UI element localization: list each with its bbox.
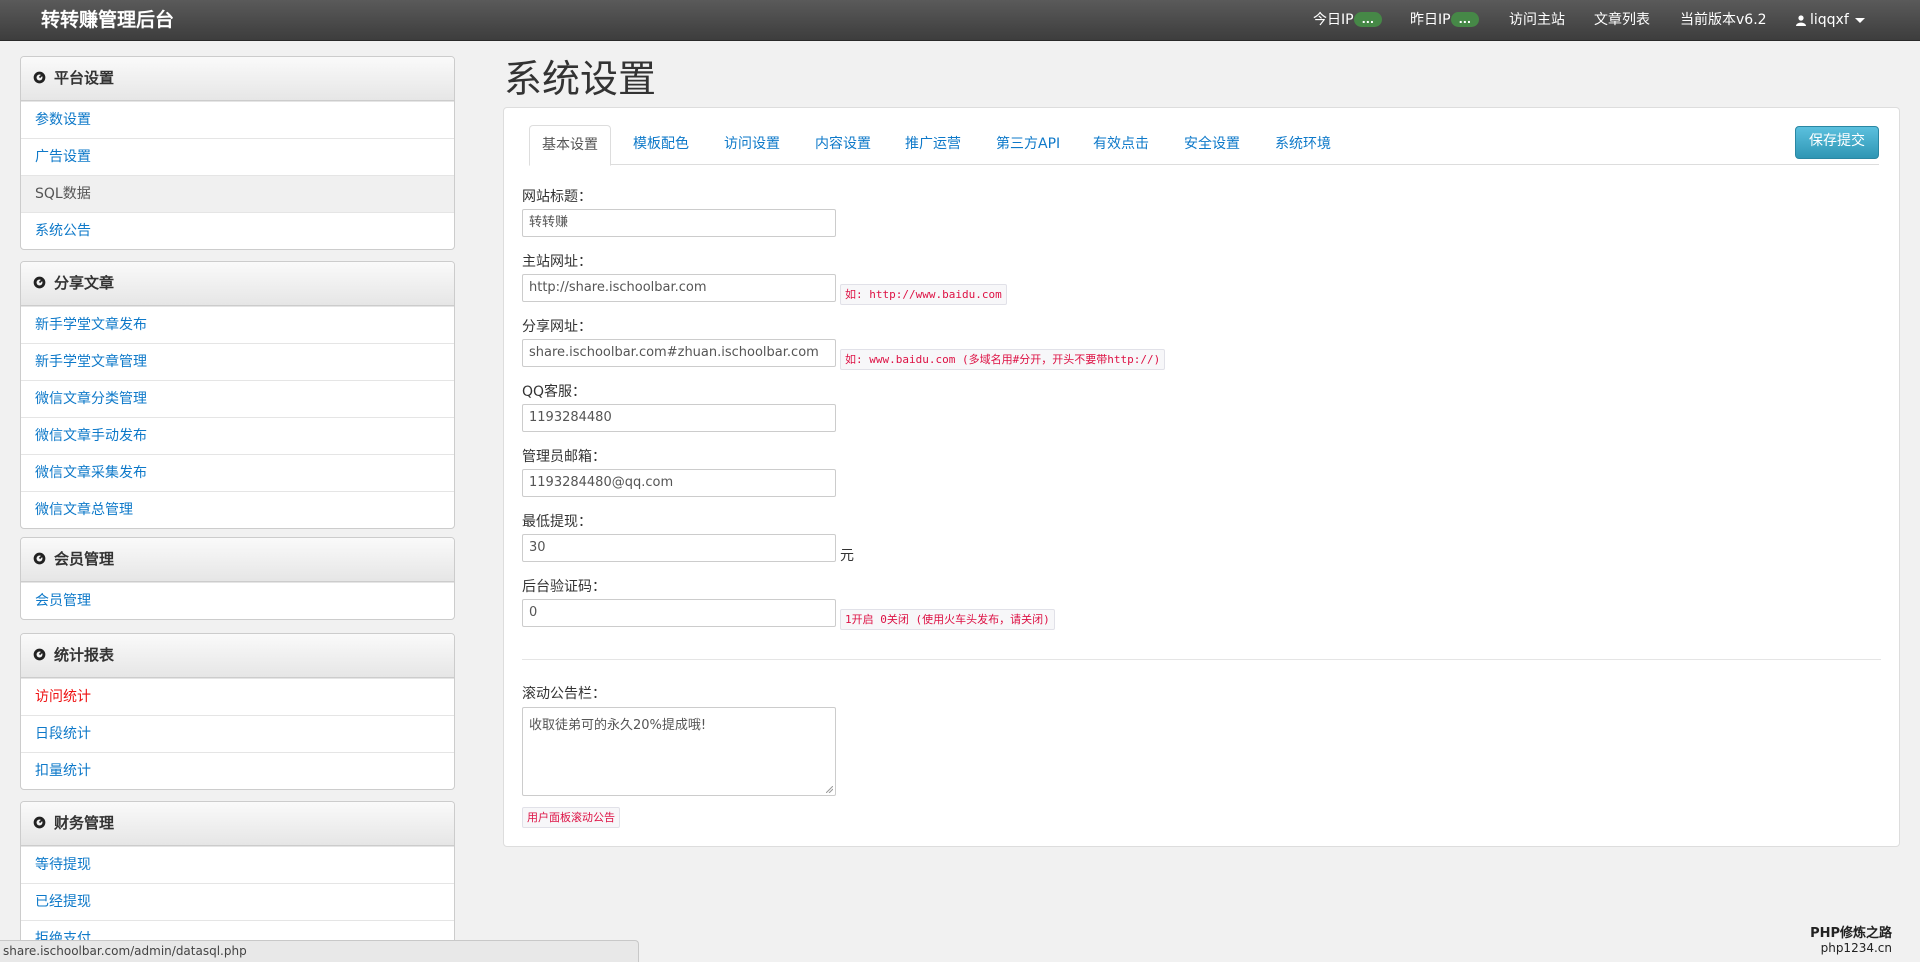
sidebar-panel-members: 会员管理 会员管理 xyxy=(20,537,455,620)
min-withdraw-label: 最低提现： xyxy=(522,514,592,530)
sidebar-item-announcement[interactable]: 系统公告 xyxy=(21,212,454,249)
panel-heading: 统计报表 xyxy=(21,634,454,678)
user-menu[interactable]: liqqxf xyxy=(1796,0,1865,40)
sidebar-item-sql-data[interactable]: SQL数据 xyxy=(21,175,454,212)
sidebar-panel-platform: 平台设置 参数设置 广告设置 SQL数据 系统公告 xyxy=(20,56,455,250)
dashboard-icon xyxy=(33,276,46,288)
marquee-label: 滚动公告栏： xyxy=(522,686,606,702)
sidebar-item-period-stats[interactable]: 日段统计 xyxy=(21,715,454,752)
today-ip-badge: ... xyxy=(1353,11,1383,27)
share-url-hint: 如: www.baidu.com (多域名用#分开，开头不要带http://) xyxy=(840,349,1166,370)
main-url-input[interactable]: http://share.ischoolbar.com xyxy=(522,274,836,302)
sidebar-item-pending-withdraw[interactable]: 等待提现 xyxy=(21,846,454,883)
user-icon xyxy=(1796,14,1806,26)
watermark-line2: php1234.cn xyxy=(1820,941,1892,955)
tab-valid-clicks[interactable]: 有效点击 xyxy=(1081,125,1161,163)
min-withdraw-input[interactable]: 30 xyxy=(522,534,836,562)
watermark-line1: PHP修炼之路 xyxy=(1810,926,1892,941)
top-navbar: 转转赚管理后台 今日IP... 昨日IP... 访问主站 文章列表 当前版本v6… xyxy=(0,0,1920,41)
brand-title[interactable]: 转转赚管理后台 xyxy=(41,0,174,40)
panel-title: 财务管理 xyxy=(54,814,115,832)
sidebar-item-wechat-manual[interactable]: 微信文章手动发布 xyxy=(21,417,454,454)
share-url-input[interactable]: share.ischoolbar.com#zhuan.ischoolbar.co… xyxy=(522,339,836,367)
visit-main-site-link[interactable]: 访问主站 xyxy=(1509,0,1565,40)
user-name: liqqxf xyxy=(1810,12,1849,28)
main-url-hint: 如: http://www.baidu.com xyxy=(840,284,1007,305)
tab-content[interactable]: 内容设置 xyxy=(803,125,883,163)
resize-grip-icon[interactable] xyxy=(826,786,833,793)
panel-heading: 平台设置 xyxy=(21,57,454,101)
dashboard-icon xyxy=(33,71,46,83)
save-button[interactable]: 保存提交 xyxy=(1795,126,1879,159)
dashboard-icon xyxy=(33,552,46,564)
version-link[interactable]: 当前版本v6.2 xyxy=(1680,0,1767,40)
min-withdraw-unit: 元 xyxy=(840,548,854,564)
tab-security[interactable]: 安全设置 xyxy=(1172,125,1252,163)
marquee-textarea[interactable]: 收取徒弟可的永久20%提成哦! xyxy=(522,707,836,796)
today-ip-label: 今日IP xyxy=(1313,12,1354,28)
admin-captcha-label: 后台验证码： xyxy=(522,579,606,595)
qq-service-label: QQ客服： xyxy=(522,384,587,400)
today-ip-link[interactable]: 今日IP... xyxy=(1313,0,1383,40)
yesterday-ip-badge: ... xyxy=(1450,11,1480,27)
admin-email-label: 管理员邮箱： xyxy=(522,449,606,465)
sidebar-item-params[interactable]: 参数设置 xyxy=(21,101,454,138)
sidebar-panel-articles: 分享文章 新手学堂文章发布 新手学堂文章管理 微信文章分类管理 微信文章手动发布… xyxy=(20,261,455,529)
panel-title: 平台设置 xyxy=(54,69,115,87)
site-title-input[interactable]: 转转赚 xyxy=(522,209,836,237)
share-url-label: 分享网址： xyxy=(522,319,592,335)
sidebar-panel-finance: 财务管理 等待提现 已经提现 拒绝支付 xyxy=(20,801,455,942)
qq-service-input[interactable]: 1193284480 xyxy=(522,404,836,432)
browser-status-url: share.ischoolbar.com/admin/datasql.php xyxy=(0,940,639,962)
sidebar-item-wechat-all[interactable]: 微信文章总管理 xyxy=(21,491,454,528)
settings-tabs: 基本设置 模板配色 访问设置 内容设置 推广运营 第三方API 有效点击 安全设… xyxy=(529,125,1879,166)
panel-title: 统计报表 xyxy=(54,646,115,664)
sidebar-item-rejected-payment[interactable]: 拒绝支付 xyxy=(21,920,454,942)
settings-form: 基本设置 模板配色 访问设置 内容设置 推广运营 第三方API 有效点击 安全设… xyxy=(503,107,1900,847)
dashboard-icon xyxy=(33,816,46,828)
tab-access[interactable]: 访问设置 xyxy=(712,125,792,163)
sidebar-item-ads[interactable]: 广告设置 xyxy=(21,138,454,175)
panel-title: 分享文章 xyxy=(54,274,115,292)
main-url-label: 主站网址： xyxy=(522,254,592,270)
article-list-link[interactable]: 文章列表 xyxy=(1594,0,1650,40)
yesterday-ip-label: 昨日IP xyxy=(1410,12,1451,28)
tab-third-party-api[interactable]: 第三方API xyxy=(984,125,1072,163)
tab-system-env[interactable]: 系统环境 xyxy=(1263,125,1343,163)
tab-promotion[interactable]: 推广运营 xyxy=(893,125,973,163)
sidebar-item-visit-stats[interactable]: 访问统计 xyxy=(21,678,454,715)
sidebar-item-deduct-stats[interactable]: 扣量统计 xyxy=(21,752,454,789)
panel-heading: 会员管理 xyxy=(21,538,454,582)
admin-email-input[interactable]: 1193284480@qq.com xyxy=(522,469,836,497)
sidebar-item-newbie-publish[interactable]: 新手学堂文章发布 xyxy=(21,306,454,343)
panel-heading: 分享文章 xyxy=(21,262,454,306)
sidebar-panel-stats: 统计报表 访问统计 日段统计 扣量统计 xyxy=(20,633,455,790)
sidebar-item-member-manage[interactable]: 会员管理 xyxy=(21,582,454,619)
divider xyxy=(522,659,1881,660)
sidebar-item-newbie-manage[interactable]: 新手学堂文章管理 xyxy=(21,343,454,380)
admin-captcha-input[interactable]: 0 xyxy=(522,599,836,627)
site-title-label: 网站标题： xyxy=(522,189,592,205)
sidebar-item-done-withdraw[interactable]: 已经提现 xyxy=(21,883,454,920)
page-title: 系统设置 xyxy=(504,57,657,101)
tab-basic[interactable]: 基本设置 xyxy=(529,125,611,166)
admin-captcha-hint: 1开启 0关闭 (使用火车头发布，请关闭) xyxy=(840,609,1055,630)
sidebar-item-wechat-category[interactable]: 微信文章分类管理 xyxy=(21,380,454,417)
sidebar-item-wechat-collect[interactable]: 微信文章采集发布 xyxy=(21,454,454,491)
marquee-hint: 用户面板滚动公告 xyxy=(522,807,620,828)
watermark: PHP修炼之路 php1234.cn xyxy=(1810,926,1892,956)
marquee-text: 收取徒弟可的永久20%提成哦! xyxy=(529,718,707,733)
tab-template-color[interactable]: 模板配色 xyxy=(621,125,701,163)
panel-heading: 财务管理 xyxy=(21,802,454,846)
caret-down-icon xyxy=(1854,17,1865,23)
yesterday-ip-link[interactable]: 昨日IP... xyxy=(1410,0,1480,40)
dashboard-icon xyxy=(33,648,46,660)
panel-title: 会员管理 xyxy=(54,550,115,568)
